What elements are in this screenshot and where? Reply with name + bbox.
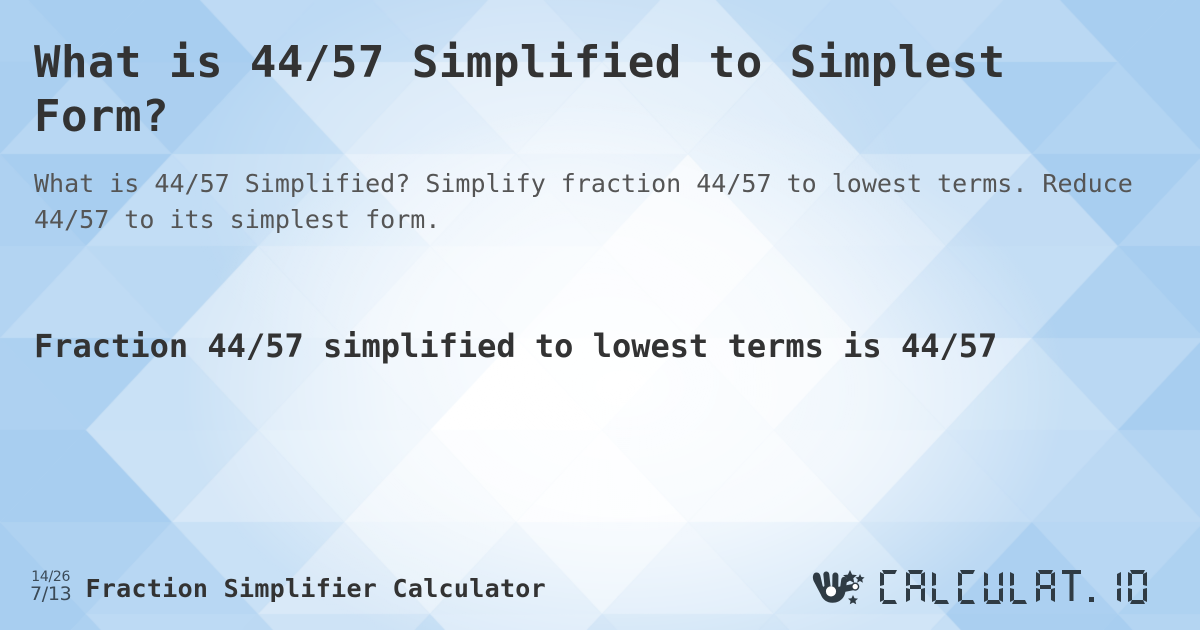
magic-wand-hand-icon [812, 570, 865, 605]
brand-logo[interactable]: CALCULAT.IO [810, 566, 1178, 610]
page-title: What is 44/57 Simplified to Simplest For… [34, 37, 1006, 142]
footer: 14/26 7/13 Fraction Simplifier Calculato… [0, 546, 1200, 630]
footer-left-group: 14/26 7/13 Fraction Simplifier Calculato… [30, 570, 546, 606]
brand-wordmark [880, 570, 1147, 604]
page-subtitle: What is 44/57 Simplified? Simplify fract… [34, 169, 1133, 234]
page-content: What is 44/57 Simplified to Simplest For… [0, 0, 1200, 630]
fraction-logo-denominator: 7/13 [30, 583, 72, 605]
fraction-logo-numerator: 14/26 [31, 569, 71, 585]
fraction-logo-mark: 14/26 7/13 [30, 569, 72, 606]
calculator-name: Fraction Simplifier Calculator [85, 573, 547, 603]
result-statement: Fraction 44/57 simplified to lowest term… [34, 327, 998, 365]
